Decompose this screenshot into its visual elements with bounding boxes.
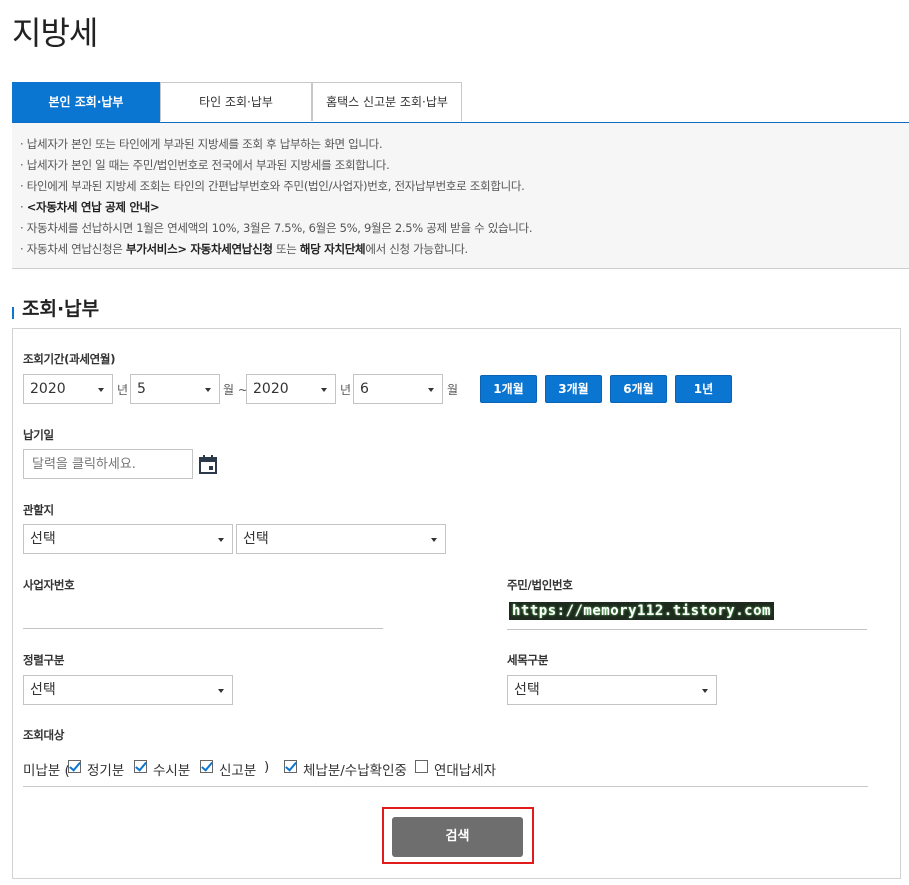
levy-type-label: 정렬구분 <box>23 653 65 667</box>
levy-type-select[interactable]: 선택 <box>23 675 233 705</box>
chevron-down-icon <box>205 388 211 392</box>
select-value: 선택 <box>30 682 56 698</box>
due-date-input[interactable] <box>23 449 193 479</box>
highlight-box <box>382 807 534 864</box>
jurisdiction-label: 관할지 <box>23 503 54 517</box>
year-unit: 년 <box>117 383 129 397</box>
checkbox-regular-label[interactable]: 정기분 <box>87 759 124 779</box>
watermark-text: https://memory112.tistory.com <box>509 602 774 620</box>
notice-line: · 납세자가 본인 또는 타인에게 부과된 지방세를 조회 후 납부하는 화면 … <box>20 137 383 151</box>
chevron-down-icon <box>98 388 104 392</box>
tab-bar: 본인 조회·납부 타인 조회·납부 홈택스 신고분 조회·납부 <box>12 82 909 123</box>
due-date-label: 납기일 <box>23 428 54 442</box>
checkbox-joint-taxpayer[interactable] <box>415 760 428 773</box>
business-no-label: 사업자번호 <box>23 578 75 592</box>
checkbox-delinquent-label[interactable]: 체납분/수납확인중 <box>303 759 407 779</box>
chevron-down-icon <box>218 538 224 542</box>
unpaid-prefix: 미납분 ( <box>23 763 70 779</box>
notice-link-text: 부가서비스> 자동차세연납신청 <box>125 242 273 256</box>
month-unit-tilde: 월 ~ <box>223 383 248 397</box>
from-year-select[interactable]: 2020 <box>23 374 113 404</box>
checkbox-reported[interactable] <box>200 760 213 773</box>
calendar-icon[interactable] <box>199 455 217 474</box>
period-6month-button[interactable]: 6개월 <box>610 375 667 403</box>
notice-box: · 납세자가 본인 또는 타인에게 부과된 지방세를 조회 후 납부하는 화면 … <box>12 123 909 269</box>
year-unit: 년 <box>340 383 352 397</box>
chevron-down-icon <box>431 538 437 542</box>
tax-item-label: 세목구분 <box>507 653 549 667</box>
chevron-down-icon <box>702 689 708 693</box>
select-value: 5 <box>137 381 146 397</box>
checkbox-occasional[interactable] <box>134 760 147 773</box>
select-value: 선택 <box>514 682 540 698</box>
select-value: 선택 <box>30 531 56 547</box>
tab-other-lookup[interactable]: 타인 조회·납부 <box>160 82 312 121</box>
select-value: 6 <box>360 381 369 397</box>
period-1month-button[interactable]: 1개월 <box>480 375 537 403</box>
form-divider <box>23 786 868 787</box>
chevron-down-icon <box>428 388 434 392</box>
to-month-select[interactable]: 6 <box>353 374 443 404</box>
period-1year-button[interactable]: 1년 <box>675 375 732 403</box>
notice-line: · 납세자가 본인 일 때는 주민/법인번호로 전국에서 부과된 지방세를 조회… <box>20 158 390 172</box>
select-value: 2020 <box>253 381 289 397</box>
jurisdiction-district-select[interactable]: 선택 <box>236 524 446 554</box>
tax-item-select[interactable]: 선택 <box>507 675 717 705</box>
notice-line: · 자동차세를 선납하시면 1월은 연세액의 10%, 3월은 7.5%, 6월… <box>20 221 533 235</box>
chevron-down-icon <box>218 689 224 693</box>
unpaid-suffix: ) <box>264 759 270 775</box>
notice-text: 에서 신청 가능합니다. <box>365 242 468 256</box>
period-3month-button[interactable]: 3개월 <box>545 375 602 403</box>
resident-no-label: 주민/법인번호 <box>507 578 573 592</box>
month-unit: 월 <box>447 383 459 397</box>
select-value: 선택 <box>243 531 269 547</box>
checkbox-reported-label[interactable]: 신고분 <box>219 759 256 779</box>
to-year-select[interactable]: 2020 <box>246 374 336 404</box>
notice-line: · <자동차세 연납 공제 안내> <box>20 200 160 214</box>
business-no-input[interactable] <box>23 598 383 629</box>
from-month-select[interactable]: 5 <box>130 374 220 404</box>
notice-bold-text: 해당 자치단체 <box>299 242 366 256</box>
checkbox-regular[interactable] <box>68 760 81 773</box>
notice-line: · 자동차세 연납신청은 부가서비스> 자동차세연납신청 또는 해당 자치단체에… <box>20 241 468 257</box>
tab-self-lookup[interactable]: 본인 조회·납부 <box>12 82 160 122</box>
select-value: 2020 <box>30 381 66 397</box>
target-label: 조회대상 <box>23 728 65 742</box>
jurisdiction-city-select[interactable]: 선택 <box>23 524 233 554</box>
checkbox-occasional-label[interactable]: 수시분 <box>153 759 190 779</box>
tab-hometax-lookup[interactable]: 홈택스 신고분 조회·납부 <box>312 82 462 121</box>
page-title: 지방세 <box>12 14 98 52</box>
chevron-down-icon <box>321 388 327 392</box>
notice-text: 또는 <box>272 242 300 256</box>
notice-line: · 타인에게 부과된 지방세 조회는 타인의 간편납부번호와 주민(법인/사업자… <box>20 179 525 193</box>
checkbox-joint-taxpayer-label[interactable]: 연대납세자 <box>434 759 496 779</box>
checkbox-delinquent[interactable] <box>284 760 297 773</box>
notice-text: · 자동차세 연납신청은 <box>20 242 126 256</box>
notice-heading: <자동차세 연납 공제 안내> <box>26 200 160 214</box>
period-label: 조회기간(과세연월) <box>23 352 116 366</box>
section-title: 조회·납부 <box>12 294 99 321</box>
